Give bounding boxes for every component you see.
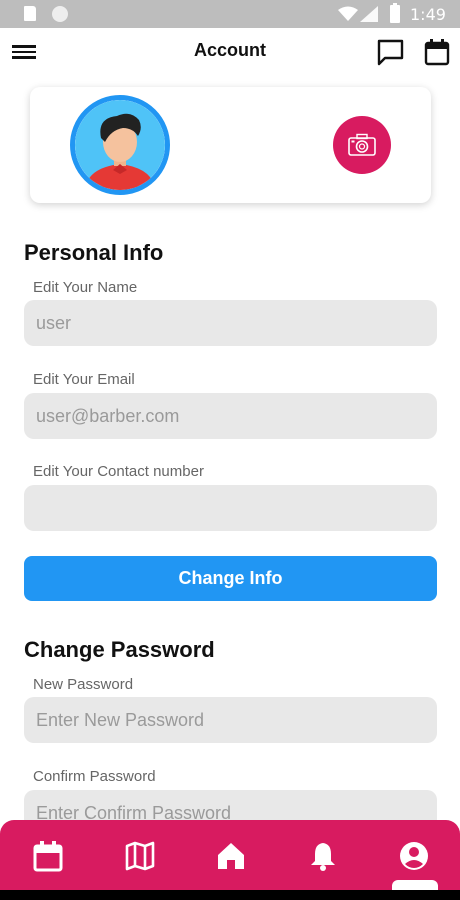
system-navigation-bar	[0, 890, 460, 900]
account-icon[interactable]	[398, 840, 430, 872]
email-field[interactable]	[24, 393, 437, 439]
contact-field[interactable]	[24, 485, 437, 531]
change-photo-button[interactable]	[333, 116, 391, 174]
avatar	[70, 95, 170, 195]
bottom-navigation	[0, 820, 460, 890]
contact-label: Edit Your Contact number	[33, 463, 204, 480]
home-icon[interactable]	[215, 840, 247, 872]
new-password-field[interactable]	[24, 697, 437, 743]
battery-icon	[390, 3, 400, 23]
status-bar: 1:49	[0, 0, 460, 28]
email-label: Edit Your Email	[33, 371, 135, 388]
user-avatar-icon	[75, 100, 165, 190]
calendar-icon[interactable]	[32, 840, 64, 872]
name-label: Edit Your Name	[33, 279, 138, 296]
notification-dot-icon	[52, 6, 68, 22]
status-time: 1:49	[410, 5, 446, 24]
sd-card-icon	[24, 6, 36, 21]
bell-icon[interactable]	[307, 840, 339, 872]
app-bar: Account	[0, 28, 460, 76]
name-field[interactable]	[24, 300, 437, 346]
new-password-label: New Password	[33, 676, 134, 693]
active-tab-indicator	[392, 880, 438, 890]
calendar-icon[interactable]	[424, 38, 450, 66]
profile-card	[30, 87, 431, 203]
wifi-icon	[338, 6, 358, 21]
personal-info-title: Personal Info	[24, 240, 164, 265]
map-icon[interactable]	[124, 840, 156, 872]
chat-icon[interactable]	[377, 39, 404, 66]
camera-icon	[348, 133, 376, 156]
signal-icon	[360, 6, 378, 22]
change-info-button[interactable]: Change Info	[24, 556, 437, 601]
change-password-title: Change Password	[24, 637, 215, 662]
confirm-password-label: Confirm Password	[33, 768, 156, 785]
